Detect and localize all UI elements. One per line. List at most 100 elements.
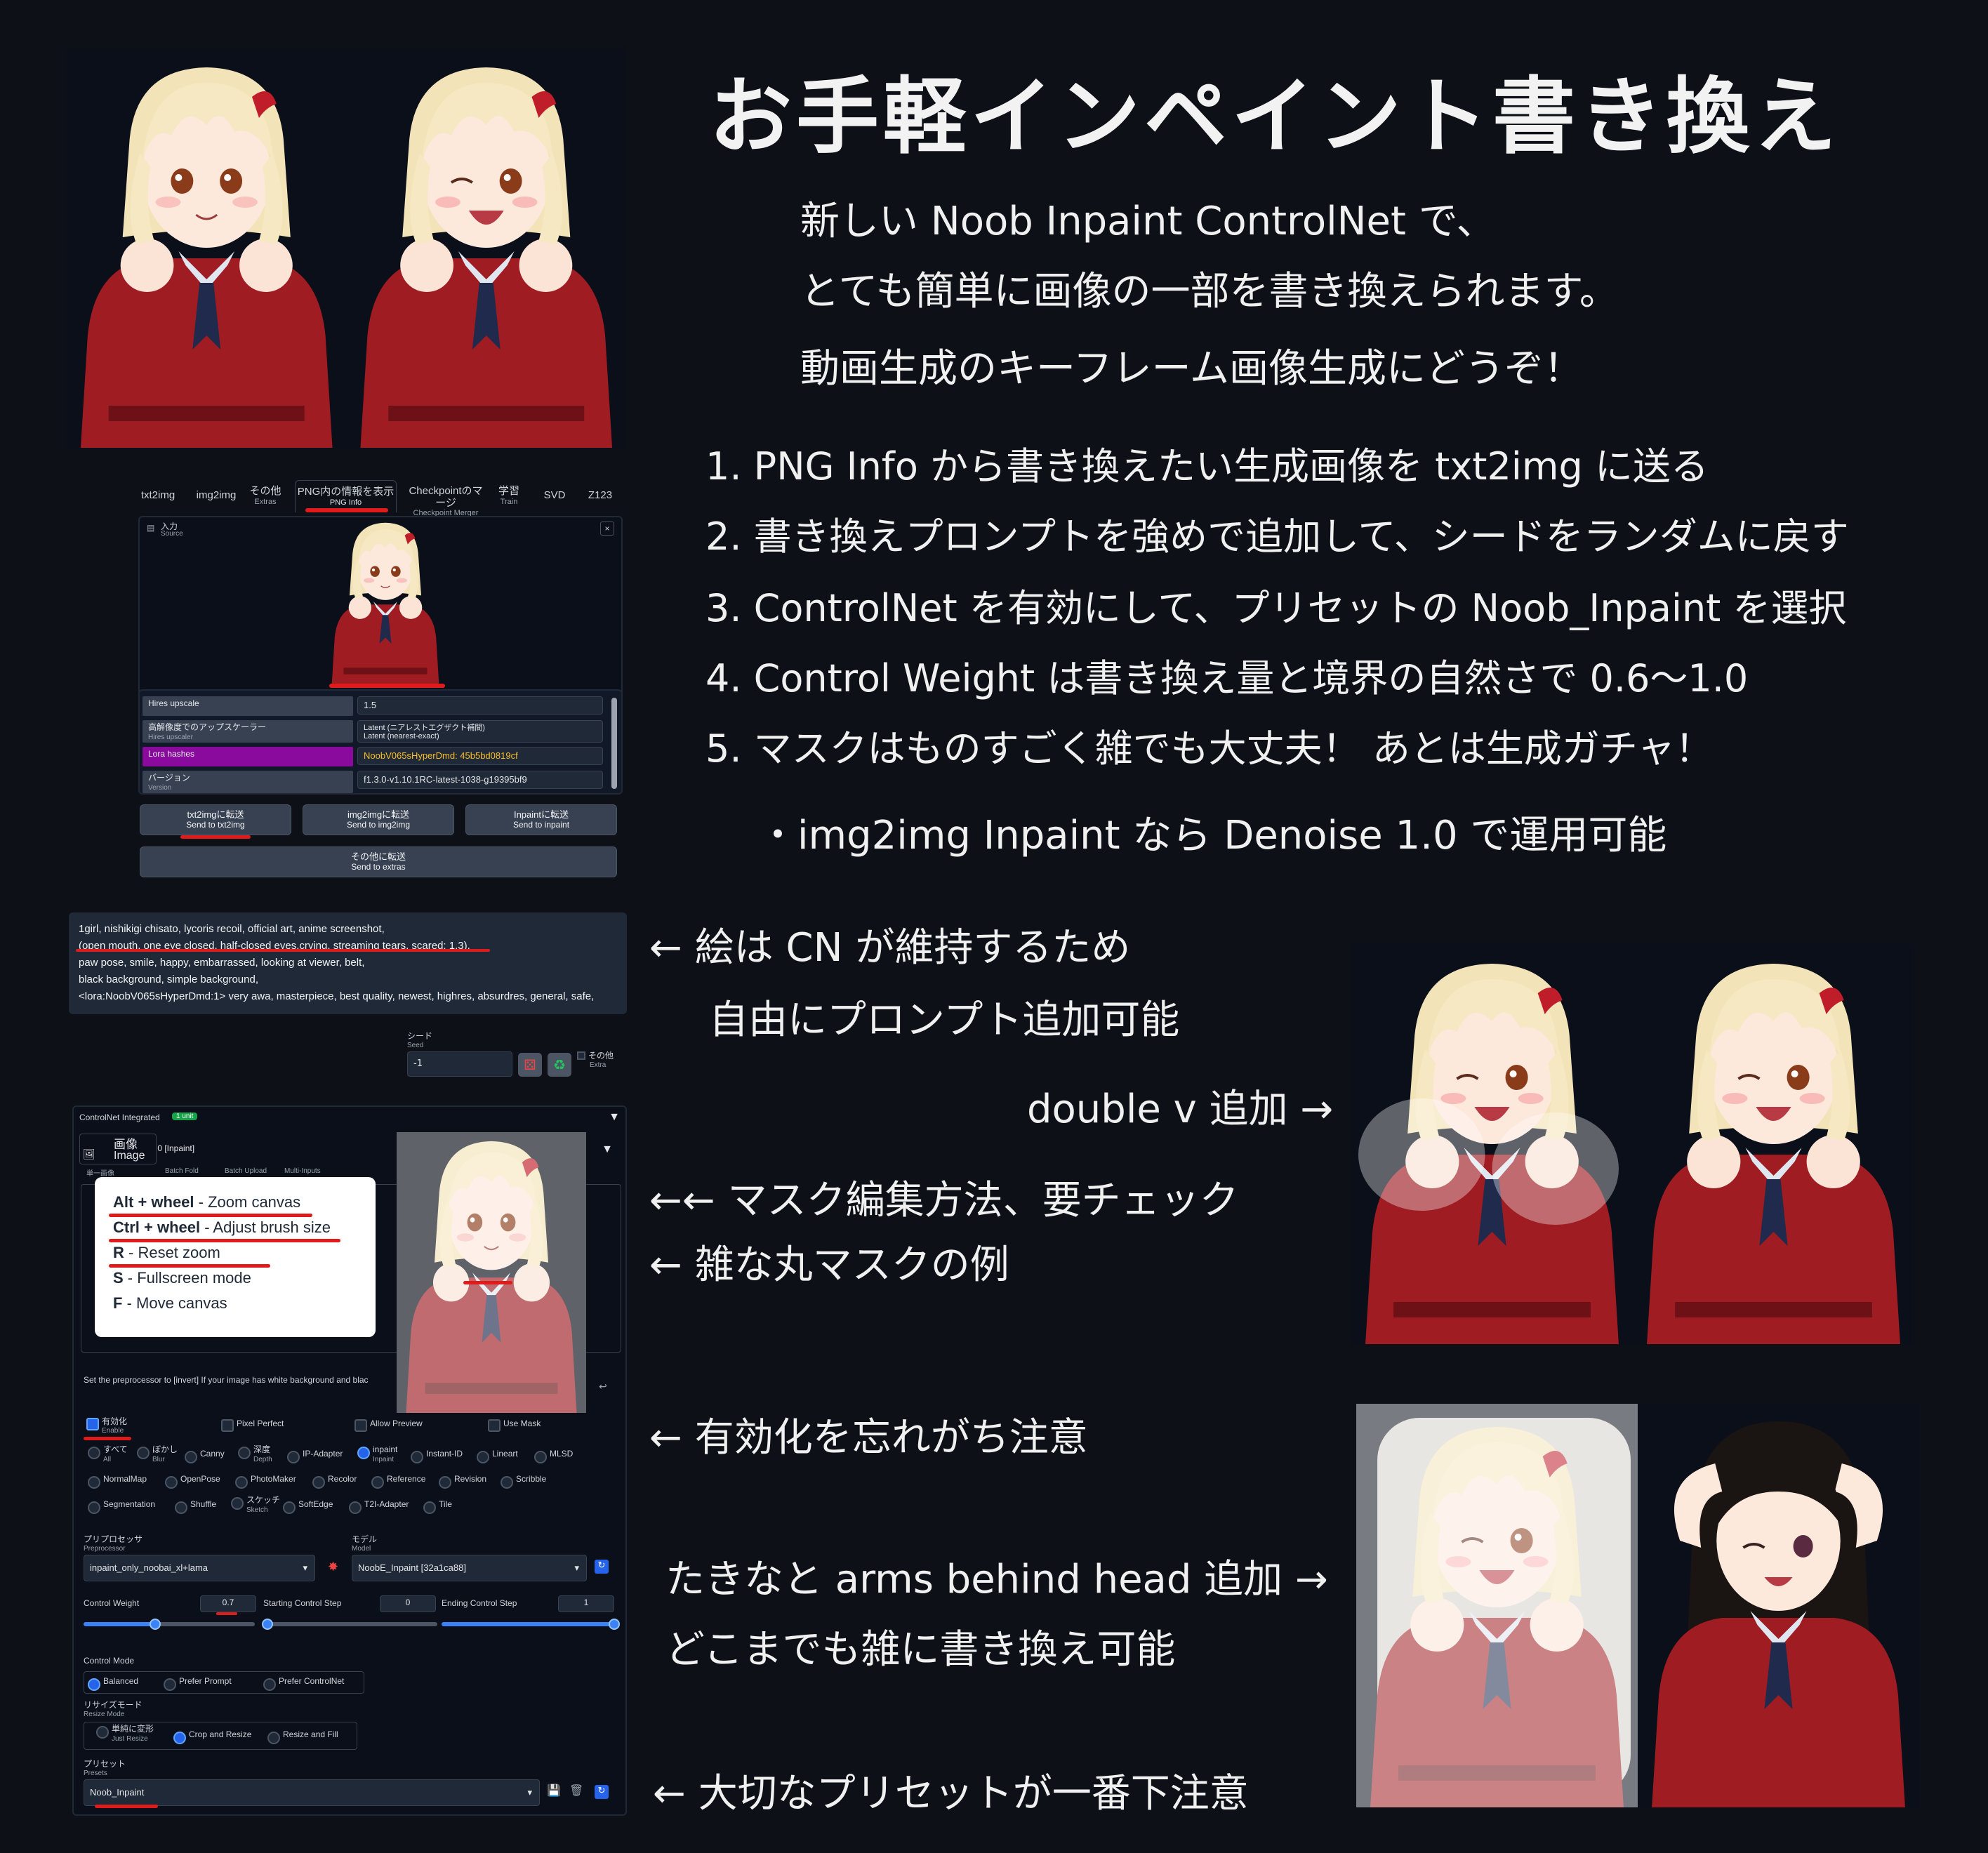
- image-icon: 🖼: [83, 1148, 95, 1160]
- type-blur-radio[interactable]: ぼかし Blur: [136, 1444, 178, 1463]
- png-info-table: Hires upscale 1.5 高解像度でのアップスケーラー Hires up…: [138, 689, 623, 795]
- unit-collapse-icon[interactable]: ▼: [602, 1143, 613, 1156]
- type-scribble-radio[interactable]: Scribble: [500, 1474, 546, 1489]
- type-ip-adapter-radio[interactable]: IP-Adapter: [286, 1449, 343, 1464]
- starting-step-slider-knob[interactable]: [262, 1619, 273, 1630]
- control-weight-input[interactable]: 0.7: [200, 1595, 256, 1612]
- type-canny-radio[interactable]: Canny: [185, 1449, 225, 1464]
- control-weight-slider-knob[interactable]: [150, 1619, 161, 1630]
- multi-inputs-tab[interactable]: Multi-Inputs: [284, 1167, 321, 1175]
- type-sketch-radio[interactable]: スケッチ Sketch: [230, 1495, 280, 1514]
- ending-step-slider[interactable]: [442, 1622, 617, 1626]
- resize-mode-crop-and-resize[interactable]: Crop and Resize: [173, 1729, 251, 1745]
- type-photomaker-radio[interactable]: PhotoMaker: [235, 1474, 296, 1489]
- send-to-txt2img-button[interactable]: txt2imgに転送 Send to txt2img: [140, 804, 291, 835]
- type-all-radio[interactable]: すべて All: [88, 1444, 128, 1463]
- ending-step-slider-knob[interactable]: [609, 1619, 620, 1630]
- collapse-triangle-icon[interactable]: ▼: [609, 1111, 620, 1124]
- tab-img2img[interactable]: img2img: [192, 489, 241, 502]
- send-to-img2img-button[interactable]: img2imgに転送 Send to img2img: [303, 804, 454, 835]
- tab-extras[interactable]: その他 Extras: [248, 485, 283, 506]
- tab-txt2img[interactable]: txt2img: [135, 489, 180, 502]
- tab-svd[interactable]: SVD: [541, 489, 569, 502]
- run-preprocessor-icon[interactable]: ✸: [328, 1560, 338, 1574]
- takina-result-illustration: [1356, 1404, 1919, 1807]
- allow-preview-checkbox[interactable]: Allow Preview: [354, 1419, 423, 1432]
- source-thumbnail: [326, 517, 445, 686]
- refresh-models-icon[interactable]: ↻: [595, 1560, 609, 1574]
- starting-step-slider[interactable]: [263, 1622, 437, 1626]
- presets-select[interactable]: Noob_Inpaint ▾: [84, 1779, 540, 1806]
- png-info-tab-underline: [305, 508, 388, 512]
- unit-tab[interactable]: it 0 [Inpaint]: [151, 1143, 194, 1153]
- starting-step-input[interactable]: 0: [380, 1595, 436, 1612]
- close-icon[interactable]: ×: [600, 522, 614, 536]
- type-shuffle-radio[interactable]: Shuffle: [174, 1499, 216, 1515]
- tab-train[interactable]: 学習 Train: [495, 485, 523, 506]
- seed-extra-checkbox[interactable]: その他 Extra: [577, 1051, 614, 1069]
- tab-z123[interactable]: Z123: [583, 489, 618, 502]
- unit-badge: 1 unit: [172, 1113, 198, 1120]
- prompt-textarea[interactable]: 1girl, nishikigi chisato, lycoris recoil…: [69, 912, 627, 1014]
- type-normalmap-radio[interactable]: NormalMap: [87, 1474, 147, 1489]
- control-mode-prefer-prompt[interactable]: Prefer Prompt: [164, 1676, 232, 1692]
- type-revision-radio[interactable]: Revision: [438, 1474, 486, 1489]
- type-softedge-radio[interactable]: SoftEdge: [282, 1499, 333, 1515]
- mask-canvas-image[interactable]: [397, 1132, 586, 1413]
- use-mask-checkbox[interactable]: Use Mask: [487, 1419, 541, 1432]
- type-recolor-radio[interactable]: Recolor: [312, 1474, 357, 1489]
- send-to-inpaint-button[interactable]: Inpaintに転送 Send to inpaint: [465, 804, 617, 835]
- tooltip-brush: Ctrl + wheel - Adjust brush size: [113, 1218, 331, 1236]
- type-tile-radio[interactable]: Tile: [423, 1499, 452, 1515]
- thumbnail-underline: [329, 684, 445, 688]
- tab-checkpoint-merger[interactable]: Checkpointのマージ Checkpoint Merger: [404, 485, 488, 517]
- refresh-presets-icon[interactable]: ↻: [595, 1785, 609, 1799]
- row-value-hires-upscaler: Latent (ニアレストエグザクト補間) Latent (nearest-exa…: [357, 720, 603, 743]
- tooltip-zoom: Alt + wheel - Zoom canvas: [113, 1193, 301, 1211]
- type-instant-id-radio[interactable]: Instant-ID: [410, 1449, 463, 1464]
- page-title: お手軽インペイント書き換え: [709, 67, 1841, 165]
- type-lineart-radio[interactable]: Lineart: [477, 1449, 518, 1464]
- bullet-note: ・img2img Inpaint なら Denoise 1.0 で運用可能: [758, 813, 1667, 858]
- enable-checkbox[interactable]: 有効化 Enable: [86, 1417, 127, 1435]
- presets-label: プリセット Presets: [84, 1759, 126, 1777]
- model-label: モデル Model: [352, 1534, 378, 1553]
- save-preset-icon[interactable]: 💾: [547, 1784, 561, 1798]
- dice-icon[interactable]: ⚄: [518, 1053, 542, 1077]
- preprocessor-select[interactable]: inpaint_only_noobai_xl+lama ▾: [84, 1555, 315, 1581]
- ending-step-input[interactable]: 1: [558, 1595, 614, 1612]
- control-weight-label: Control Weight: [84, 1598, 140, 1608]
- single-image-tab[interactable]: 単一画像: [86, 1167, 114, 1178]
- control-mode-balanced[interactable]: Balanced: [87, 1676, 138, 1692]
- type-segmentation-radio[interactable]: Segmentation: [87, 1499, 155, 1515]
- batch-upload-tab[interactable]: Batch Upload: [225, 1167, 267, 1175]
- controlnet-header[interactable]: ControlNet Integrated: [79, 1113, 160, 1122]
- pixel-perfect-checkbox[interactable]: Pixel Perfect: [220, 1419, 284, 1432]
- seed-input[interactable]: -1: [407, 1051, 512, 1077]
- type-openpose-radio[interactable]: OpenPose: [165, 1474, 220, 1489]
- send-txt2img-underline: [180, 835, 251, 839]
- type-t2i-adapter-radio[interactable]: T2I-Adapter: [348, 1499, 409, 1515]
- type-inpaint-radio[interactable]: inpaint Inpaint: [357, 1444, 397, 1463]
- png-info-panel: txt2img img2img その他 Extras PNG内の情報を表示 PNG …: [130, 477, 628, 884]
- image-sub: Image: [114, 1150, 145, 1162]
- resize-mode-just-resize[interactable]: 単純に変形 Just Resize: [95, 1724, 154, 1743]
- model-select[interactable]: NoobE_Inpaint [32a1ca88] ▾: [352, 1555, 587, 1581]
- resize-mode-resize-and-fill[interactable]: Resize and Fill: [267, 1729, 338, 1745]
- control-mode-label: Control Mode: [84, 1656, 135, 1666]
- batch-folder-tab[interactable]: Batch Fold: [165, 1167, 199, 1175]
- row-label-lora-hashes: Lora hashes: [143, 747, 353, 766]
- starting-step-label: Starting Control Step: [263, 1598, 342, 1608]
- scrollbar[interactable]: [611, 698, 617, 789]
- control-mode-prefer-controlnet[interactable]: Prefer ControlNet: [263, 1676, 344, 1692]
- double-v-result-illustration: [1351, 944, 1914, 1346]
- type-mlsd-radio[interactable]: MLSD: [534, 1449, 573, 1464]
- type-depth-radio[interactable]: 深度 Depth: [238, 1444, 272, 1463]
- recycle-icon[interactable]: ♻: [548, 1053, 571, 1077]
- delete-preset-icon[interactable]: 🗑: [569, 1784, 583, 1798]
- step-2: 2. 書き換えプロンプトを強めで追加して、シードをランダムに戻す: [705, 514, 1849, 559]
- type-reference-radio[interactable]: Reference: [371, 1474, 425, 1489]
- resize-corner-icon[interactable]: ↩: [599, 1381, 607, 1393]
- preprocessor-hint: Set the preprocessor to [invert] If your…: [84, 1375, 369, 1385]
- send-to-extras-button[interactable]: その他に転送 Send to extras: [140, 846, 617, 877]
